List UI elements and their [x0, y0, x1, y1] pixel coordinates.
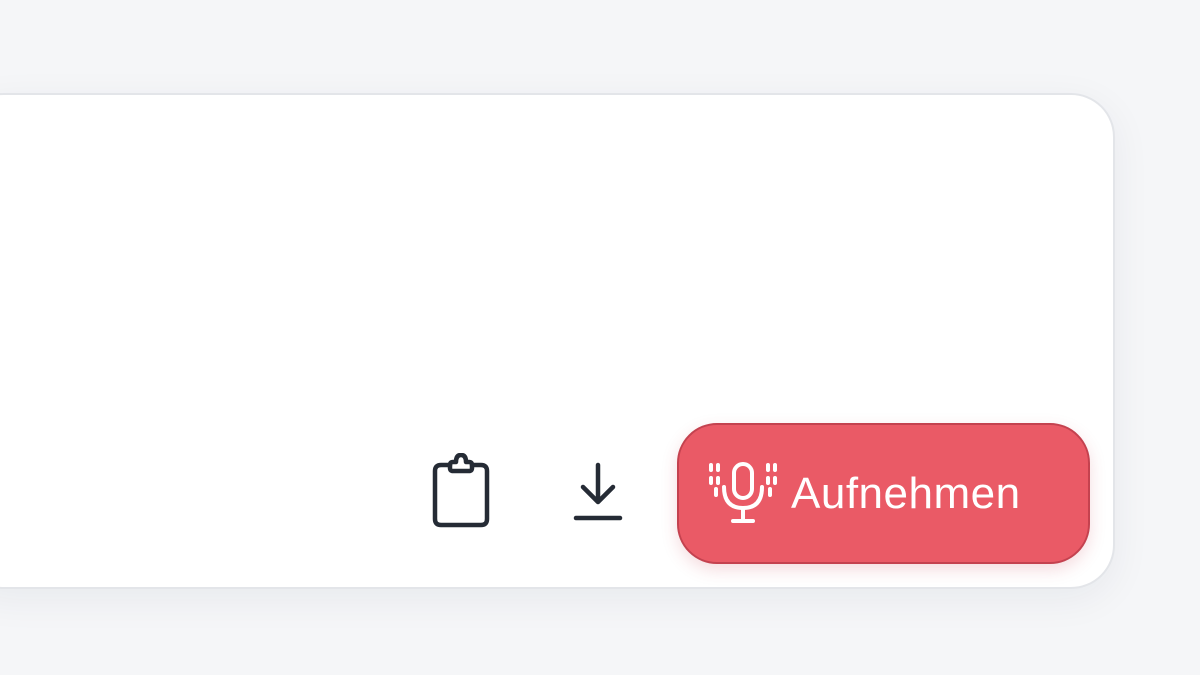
copy-button[interactable] [421, 450, 501, 534]
record-button[interactable]: Aufnehmen [677, 423, 1090, 564]
record-button-label: Aufnehmen [791, 468, 1021, 518]
microphone-icon [707, 461, 779, 527]
clipboard-icon [430, 452, 492, 532]
download-icon [572, 461, 624, 526]
download-button[interactable] [560, 455, 636, 531]
